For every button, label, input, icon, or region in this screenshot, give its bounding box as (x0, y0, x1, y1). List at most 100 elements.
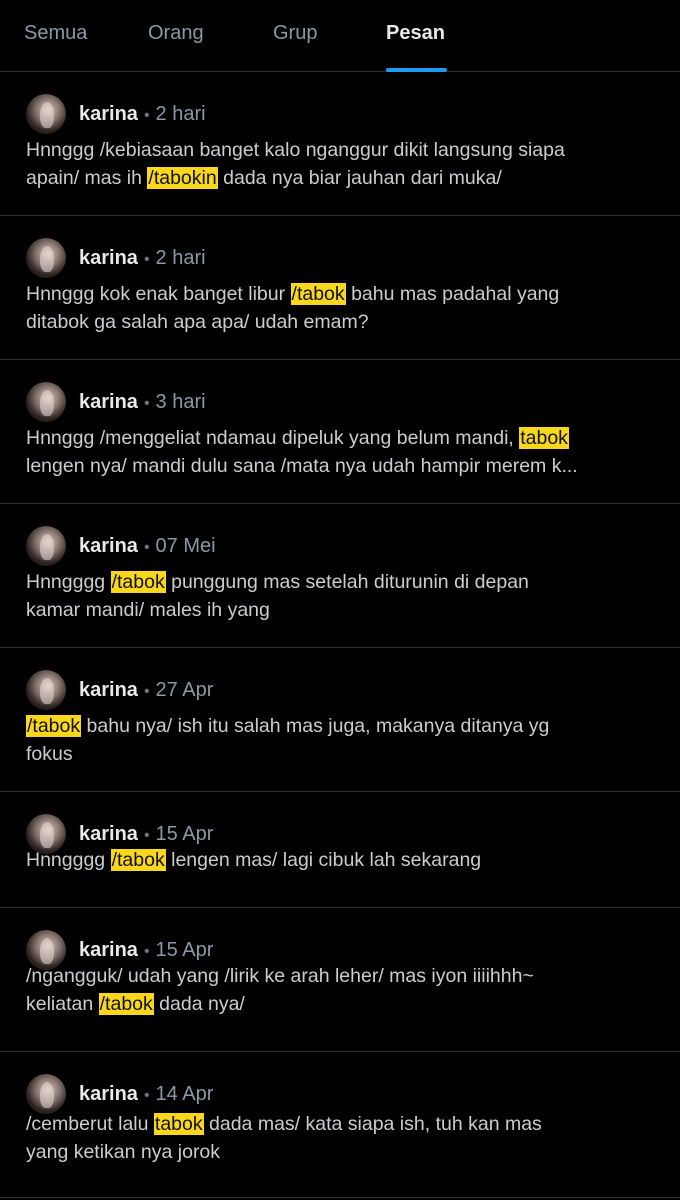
message-text-segment: dada mas/ kata siapa ish, tuh kan mas (203, 1113, 542, 1135)
message-text-segment: punggung mas setelah diturunin di depan (165, 571, 529, 593)
author-name[interactable]: karina (79, 679, 138, 701)
separator-dot: • (143, 827, 150, 844)
avatar-icon[interactable] (26, 1074, 66, 1114)
message-date: 07 Mei (155, 535, 216, 557)
message-text-segment: lengen nya/ mandi dulu sana /mata nya ud… (26, 455, 578, 477)
author-name[interactable]: karina (79, 391, 138, 413)
separator-dot: • (143, 539, 150, 556)
highlighted-keyword: /tabok (290, 283, 346, 305)
avatar-icon[interactable] (26, 526, 66, 566)
message-result[interactable]: karina • 3 hari Hnnggg /menggeliat ndamau d… (0, 360, 680, 504)
message-result[interactable]: karina • 07 Mei Hnngggg /tabok punggung mas… (0, 504, 680, 648)
message-line: lengen nya/ mandi dulu sana /mata nya ud… (26, 452, 656, 480)
avatar-icon[interactable] (26, 238, 66, 278)
highlighted-keyword: tabok (153, 1113, 204, 1135)
message-text-segment: Hnngggg (26, 849, 111, 871)
message-text: Hnnggg kok enak banget libur /tabok bahu… (26, 280, 656, 336)
separator-dot: • (143, 251, 150, 268)
message-line: apain/ mas ih /tabokin dada nya biar jau… (26, 164, 656, 192)
message-date: 14 Apr (155, 1083, 214, 1105)
highlighted-keyword: /tabok (98, 993, 154, 1015)
message-line: Hnnggg /kebiasaan banget kalo nganggur d… (26, 136, 656, 164)
highlighted-keyword: /tabok (110, 849, 166, 871)
message-text-segment: ditabok ga salah apa apa/ udah emam? (26, 311, 369, 333)
message-date: 2 hari (155, 103, 206, 125)
author-name[interactable]: karina (79, 103, 138, 125)
message-line: kamar mandi/ males ih yang (26, 596, 656, 624)
message-text-segment: /cemberut lalu (26, 1113, 154, 1135)
message-date: 15 Apr (155, 823, 214, 845)
message-text-segment: dada nya biar jauhan dari muka/ (217, 167, 502, 189)
highlighted-keyword: tabok (519, 427, 569, 449)
message-text-segment: Hnnggg /menggeliat ndamau dipeluk yang b… (26, 427, 520, 449)
message-line: /ngangguk/ udah yang /lirik ke arah lehe… (26, 962, 656, 990)
author-name[interactable]: karina (79, 535, 138, 557)
message-result[interactable]: karina • 2 hari Hnnggg /kebiasaan banget ka… (0, 72, 680, 216)
separator-dot: • (143, 1087, 150, 1104)
message-text-segment: bahu mas padahal yang (345, 283, 560, 305)
message-result[interactable]: karina • 27 Apr/tabok bahu nya/ ish itu sa… (0, 648, 680, 792)
message-line: Hnnggg kok enak banget libur /tabok bahu… (26, 280, 656, 308)
message-line: fokus (26, 740, 656, 768)
message-meta: karina • 2 hari (79, 246, 206, 272)
message-text-segment: apain/ mas ih (26, 167, 148, 189)
highlighted-keyword: /tabokin (147, 167, 218, 189)
message-text: /ngangguk/ udah yang /lirik ke arah lehe… (26, 962, 656, 1018)
message-line: /tabok bahu nya/ ish itu salah mas juga,… (26, 712, 656, 740)
search-tabs: Semua Orang Grup Pesan (0, 0, 680, 72)
separator-dot: • (143, 943, 150, 960)
message-line: Hnngggg /tabok punggung mas setelah ditu… (26, 568, 656, 596)
message-meta: karina • 15 Apr (79, 822, 213, 848)
highlighted-keyword: /tabok (110, 571, 166, 593)
message-result[interactable]: karina • 15 Apr Hnngggg /tabok lengen mas/ … (0, 792, 680, 908)
message-text-segment: Hnnggg /kebiasaan banget kalo nganggur d… (26, 139, 565, 161)
author-name[interactable]: karina (79, 939, 138, 961)
message-result[interactable]: karina • 15 Apr/ngangguk/ udah yang /lirik… (0, 908, 680, 1052)
message-line: yang ketikan nya jorok (26, 1138, 656, 1166)
message-line: Hnnggg /menggeliat ndamau dipeluk yang b… (26, 424, 656, 452)
message-date: 15 Apr (155, 939, 214, 961)
separator-dot: • (143, 107, 150, 124)
author-name[interactable]: karina (79, 1083, 138, 1105)
message-line: Hnngggg /tabok lengen mas/ lagi cibuk la… (26, 846, 656, 874)
separator-dot: • (143, 395, 150, 412)
message-line: /cemberut lalu tabok dada mas/ kata siap… (26, 1110, 656, 1138)
message-text: Hnnggg /kebiasaan banget kalo nganggur d… (26, 136, 656, 192)
message-text-segment: lengen mas/ lagi cibuk lah sekarang (165, 849, 482, 871)
message-text-segment: fokus (26, 743, 73, 765)
message-meta: karina • 2 hari (79, 102, 206, 128)
message-meta: karina • 3 hari (79, 390, 206, 416)
message-text-segment: yang ketikan nya jorok (26, 1141, 221, 1163)
message-text-segment: Hnnggg kok enak banget libur (26, 283, 291, 305)
message-text: Hnnggg /menggeliat ndamau dipeluk yang b… (26, 424, 656, 480)
tab-semua[interactable]: Semua (24, 22, 87, 45)
message-text: Hnngggg /tabok lengen mas/ lagi cibuk la… (26, 846, 656, 874)
avatar-icon[interactable] (26, 670, 66, 710)
message-meta: karina • 15 Apr (79, 938, 213, 964)
author-name[interactable]: karina (79, 247, 138, 269)
message-result[interactable]: karina • 2 hari Hnnggg kok enak banget libu… (0, 216, 680, 360)
message-date: 27 Apr (155, 679, 214, 701)
message-text: /tabok bahu nya/ ish itu salah mas juga,… (26, 712, 656, 768)
avatar-icon[interactable] (26, 94, 66, 134)
tab-pesan[interactable]: Pesan (386, 22, 445, 45)
message-text-segment: kamar mandi/ males ih yang (26, 599, 270, 621)
message-result[interactable]: karina • 14 Apr/cemberut lalu tabok dada m… (0, 1052, 680, 1198)
message-meta: karina • 27 Apr (79, 678, 213, 704)
message-text-segment: keliatan (26, 993, 99, 1015)
message-line: keliatan /tabok dada nya/ (26, 990, 656, 1018)
highlighted-keyword: /tabok (26, 715, 82, 737)
message-text-segment: bahu nya/ ish itu salah mas juga, makany… (81, 715, 550, 737)
separator-dot: • (143, 683, 150, 700)
author-name[interactable]: karina (79, 823, 138, 845)
message-meta: karina • 07 Mei (79, 534, 216, 560)
tab-grup[interactable]: Grup (273, 22, 317, 45)
message-date: 2 hari (155, 247, 206, 269)
avatar-icon[interactable] (26, 382, 66, 422)
tab-orang[interactable]: Orang (148, 22, 204, 45)
message-text: /cemberut lalu tabok dada mas/ kata siap… (26, 1110, 656, 1166)
message-date: 3 hari (155, 391, 206, 413)
message-line: ditabok ga salah apa apa/ udah emam? (26, 308, 656, 336)
message-text-segment: dada nya/ (153, 993, 245, 1015)
message-meta: karina • 14 Apr (79, 1082, 213, 1108)
